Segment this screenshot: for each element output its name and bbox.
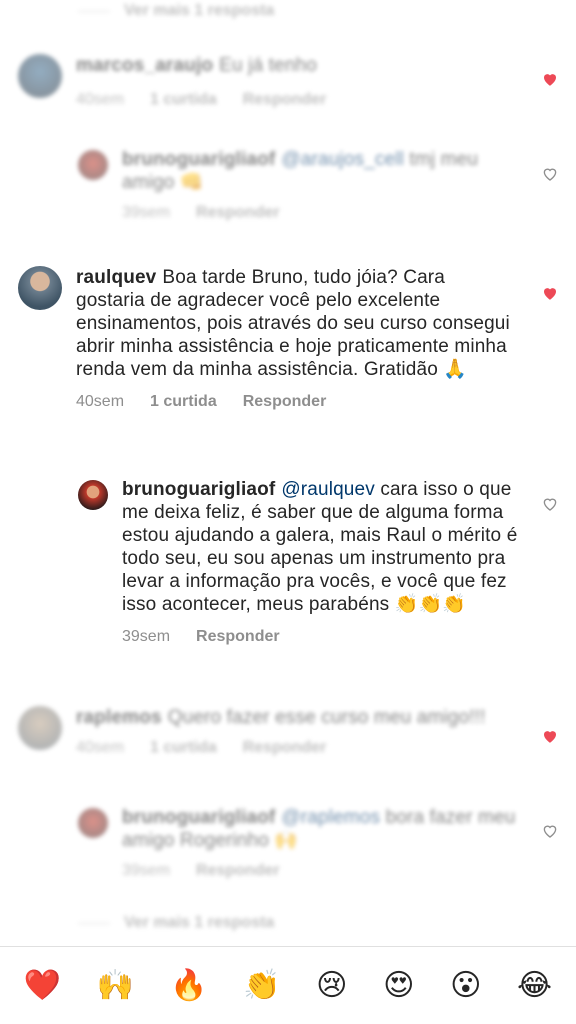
heart-eyes-emoji-icon[interactable]: 😍 <box>383 970 414 1001</box>
divider-line <box>78 922 110 924</box>
like-heart-outline-icon[interactable] <box>541 822 559 840</box>
like-heart-icon[interactable] <box>541 284 559 302</box>
reply-comment: brunoguarigliaof @raplemos bora fazer meu… <box>78 806 518 880</box>
raising-hands-emoji-icon[interactable]: 🙌 <box>97 970 134 1001</box>
avatar[interactable] <box>18 54 62 98</box>
clapping-hands-emoji-icon[interactable]: 👏 <box>243 970 280 1001</box>
avatar[interactable] <box>78 808 108 838</box>
avatar[interactable] <box>78 150 108 180</box>
heart-emoji-icon[interactable]: ❤️ <box>24 970 61 1001</box>
avatar[interactable] <box>18 706 62 750</box>
crying-face-emoji-icon[interactable]: 😢 <box>316 970 347 1001</box>
laughing-tears-emoji-icon[interactable]: 😂 <box>517 970 552 1001</box>
quick-emoji-bar: ❤️ 🙌 🔥 👏 😢 😍 😮 😂 <box>0 946 576 1024</box>
avatar[interactable] <box>78 480 108 510</box>
fire-emoji-icon[interactable]: 🔥 <box>170 970 207 1001</box>
view-more-replies[interactable]: Ver mais 1 resposta <box>78 2 274 20</box>
reply-comment: brunoguarigliaof @raulquev cara isso o qu… <box>78 478 518 646</box>
like-heart-icon[interactable] <box>541 727 559 745</box>
view-more-replies[interactable]: Ver mais 1 resposta <box>78 914 274 932</box>
like-heart-icon[interactable] <box>541 70 559 88</box>
like-heart-outline-icon[interactable] <box>541 495 559 513</box>
divider-line <box>78 10 110 12</box>
like-heart-outline-icon[interactable] <box>541 165 559 183</box>
reply-comment: brunoguarigliaof @araujos_cell tmj meu am… <box>78 148 518 222</box>
comment: raplemos Quero fazer esse curso meu amigo… <box>18 706 518 757</box>
comment: marcos_araujo Eu já tenho 40sem 1 curtida… <box>18 54 498 109</box>
surprised-face-emoji-icon[interactable]: 😮 <box>450 970 481 1001</box>
comment: raulquev Boa tarde Bruno, tudo jóia? Cara… <box>18 266 518 411</box>
avatar[interactable] <box>18 266 62 310</box>
